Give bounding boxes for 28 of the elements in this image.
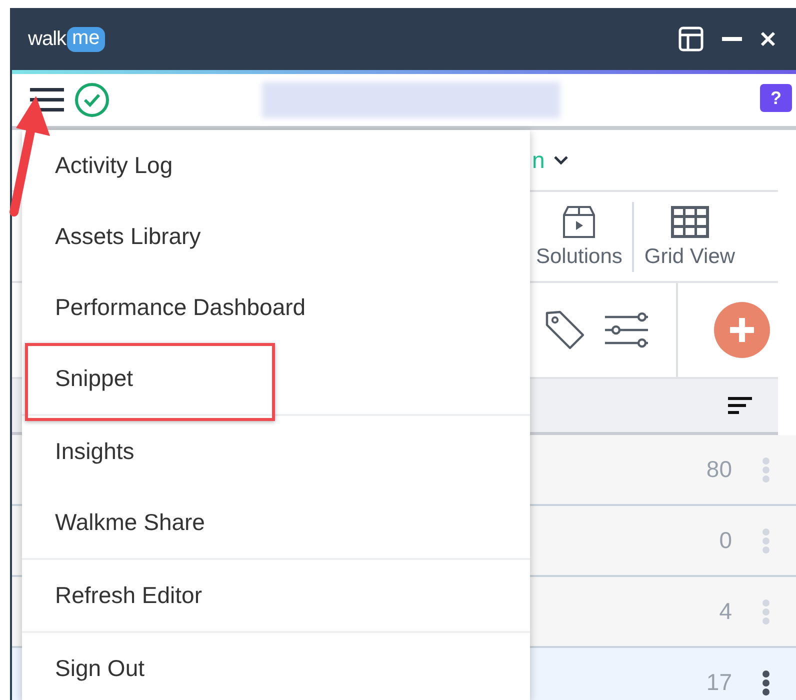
view-button[interactable]: Solutions (530, 204, 628, 268)
count-cell: 4 (719, 598, 732, 625)
box-play-icon (561, 204, 598, 238)
menu-item[interactable]: Activity Log (22, 130, 530, 201)
menu-item[interactable]: Snippet (22, 343, 530, 414)
help-button[interactable]: ? (760, 84, 792, 112)
sliders-icon[interactable] (604, 312, 648, 348)
menu-item[interactable]: Assets Library (22, 201, 530, 272)
more-icon[interactable] (762, 670, 770, 696)
menu-item[interactable]: Walkme Share (22, 487, 530, 558)
close-icon[interactable] (760, 31, 776, 47)
menu-item[interactable]: Refresh Editor (22, 560, 530, 631)
tag-icon[interactable] (544, 309, 586, 351)
grid-icon (670, 204, 710, 238)
view-button[interactable]: Grid View (638, 204, 742, 268)
count-cell: 80 (706, 456, 732, 483)
menu-item[interactable]: Sign Out (22, 633, 530, 700)
chevron-down-icon[interactable] (552, 155, 569, 165)
add-button[interactable] (714, 302, 770, 358)
layout-icon[interactable] (678, 26, 704, 52)
sort-icon[interactable] (728, 396, 752, 414)
check-circle-icon (74, 82, 110, 118)
menu-item[interactable]: Performance Dashboard (22, 272, 530, 343)
logo-bubble: me (67, 26, 105, 52)
count-cell: 0 (719, 527, 732, 554)
count-cell: 17 (706, 669, 732, 696)
logo-text: walk (28, 28, 66, 50)
menu-item[interactable]: Insights (22, 416, 530, 487)
